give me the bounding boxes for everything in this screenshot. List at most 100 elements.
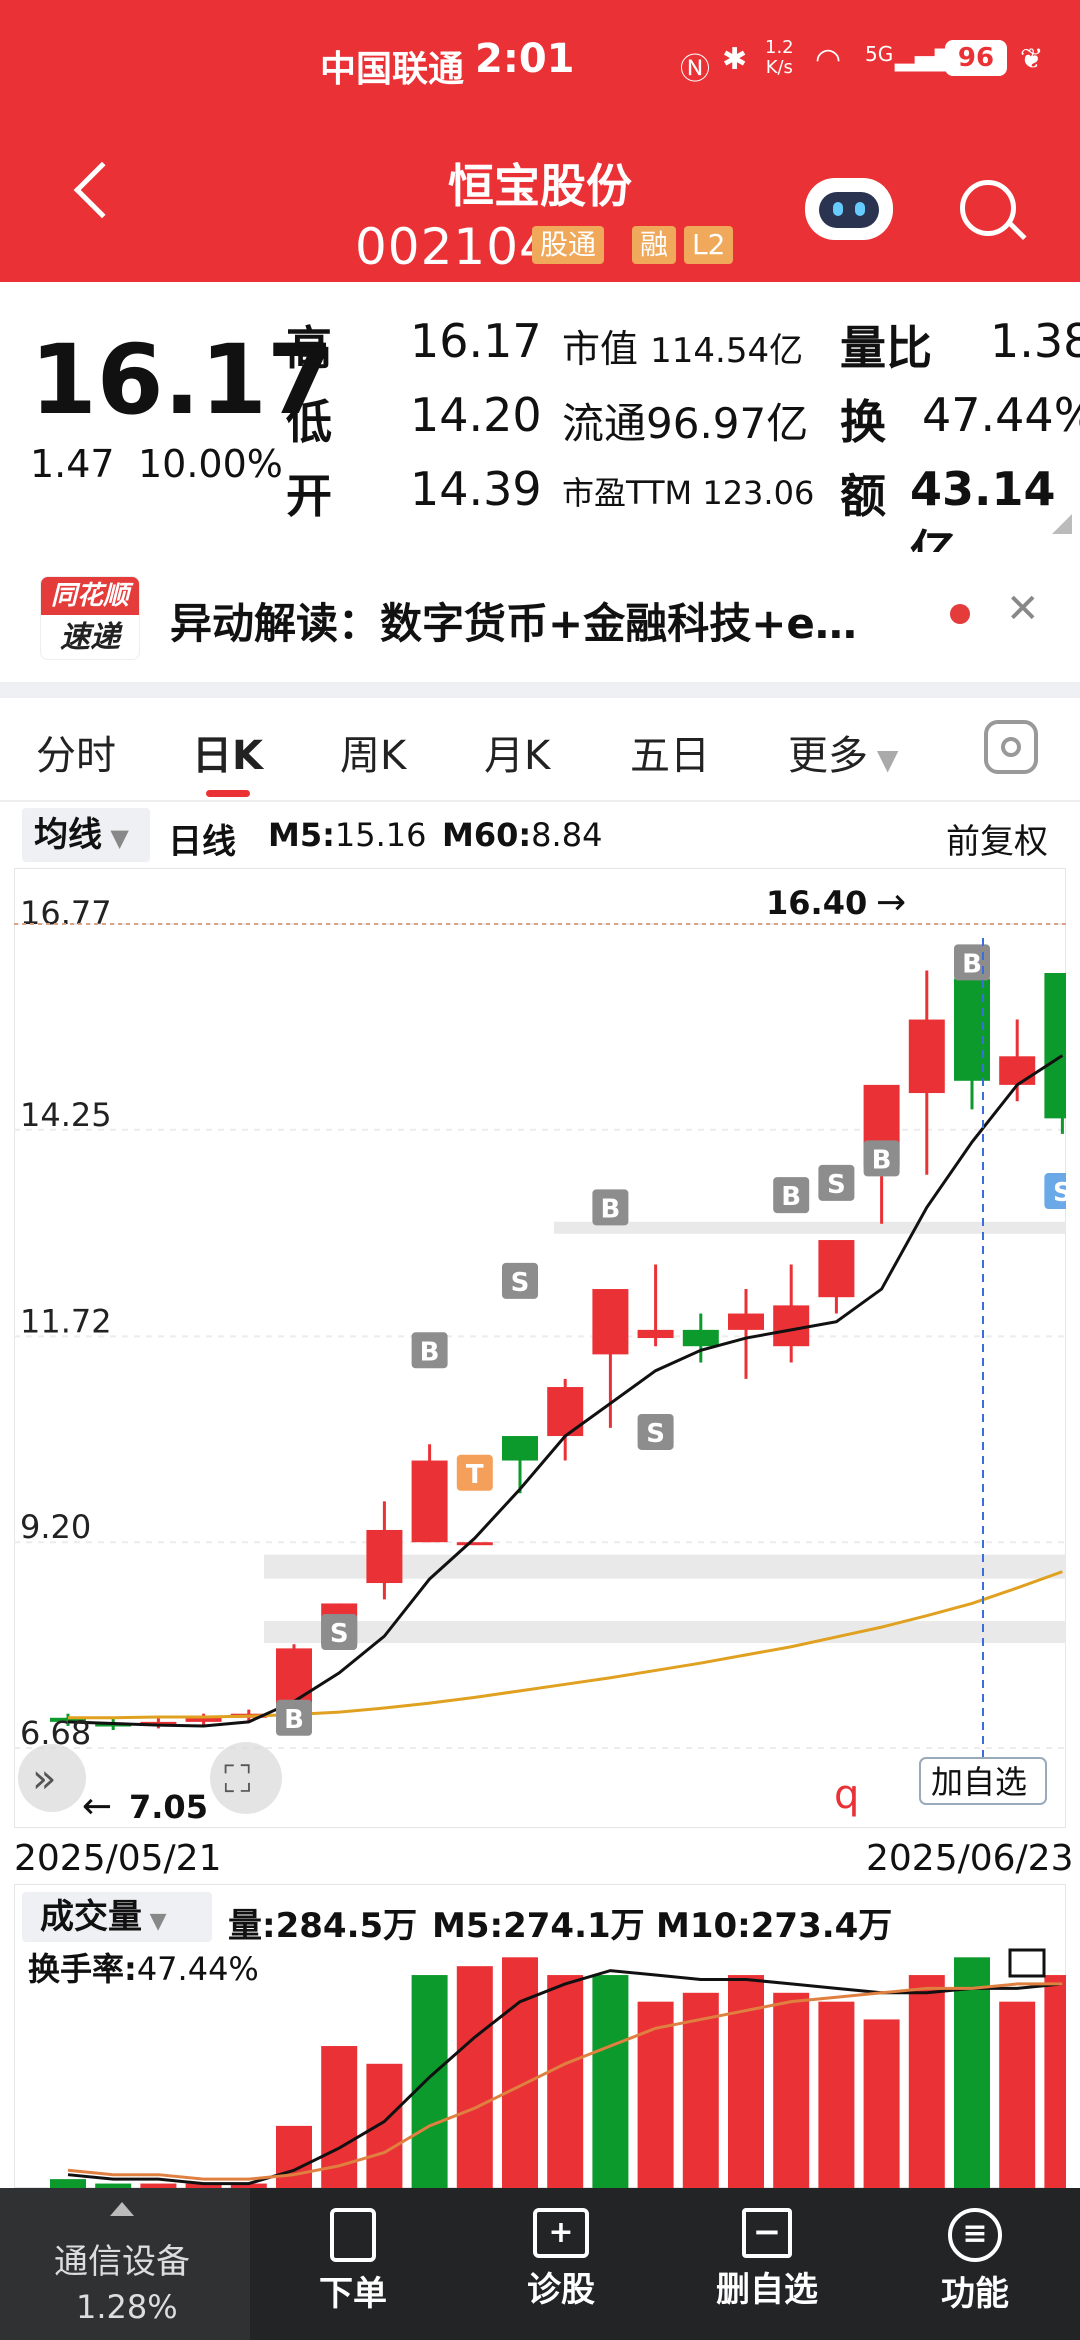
open-value: 14.39 xyxy=(410,462,542,516)
support-band xyxy=(554,1221,1066,1234)
double-chevron-icon: » xyxy=(32,1756,56,1802)
x-axis-end: 2025/06/23 xyxy=(866,1838,1074,1879)
wifi-icon: ◠ xyxy=(815,42,842,77)
q-marker: q xyxy=(834,1772,859,1818)
high-label: 高 xyxy=(286,321,332,375)
remove-watch-button[interactable]: − 删自选 xyxy=(692,2208,842,2311)
candle-body xyxy=(637,1329,674,1339)
max-price-label: 16.40 xyxy=(766,884,867,922)
tab-monthly-k[interactable]: 月K xyxy=(484,723,550,781)
dropdown-icon: ▼ xyxy=(868,743,899,776)
minus-icon: − xyxy=(742,2208,792,2258)
volume-bar xyxy=(999,2001,1036,2188)
stock-name: 恒宝股份 xyxy=(448,159,632,213)
volume-bar xyxy=(818,2001,855,2188)
bottom-action-bar: 通信设备 1.28% 下单 + 诊股 − 删自选 ≡ 功能 xyxy=(0,2188,1080,2340)
period-tabs: 分时 日K 周K 月K 五日 更多 ▼ xyxy=(0,698,1080,802)
order-icon xyxy=(330,2208,376,2262)
battery-icon: 96 xyxy=(945,40,1007,76)
sector-name: 通信设备 xyxy=(54,2242,190,2282)
news-text[interactable]: 异动解读：数字货币+金融科技+e… xyxy=(170,590,857,651)
close-icon[interactable]: ✕ xyxy=(1006,586,1040,632)
volume-amount: 量:284.5万 xyxy=(228,1906,418,1946)
quote-panel: 16.17 1.47 10.00% 高 16.17 低 14.20 开 14.3… xyxy=(0,282,1080,579)
trade-marker-label: S xyxy=(511,1268,530,1298)
net-speed: 1.2 K/s xyxy=(765,37,794,78)
unread-dot xyxy=(950,604,970,624)
volume-selector[interactable]: 成交量 ▼ xyxy=(22,1892,212,1942)
ma60-value: M60:8.84 xyxy=(442,816,603,854)
volume-bar xyxy=(50,2179,86,2188)
y-tick-label: 16.77 xyxy=(20,894,112,932)
add-watch-label: 加自选 xyxy=(931,1763,1027,1801)
tab-intraday[interactable]: 分时 xyxy=(36,723,116,781)
candle-body xyxy=(682,1329,719,1347)
function-button[interactable]: ≡ 功能 xyxy=(900,2208,1050,2315)
settings-hex-icon[interactable] xyxy=(984,720,1038,774)
expand-corner-icon[interactable] xyxy=(1052,514,1072,534)
candle-body xyxy=(728,1313,764,1330)
volume-bar xyxy=(547,1975,584,2188)
search-icon[interactable] xyxy=(960,180,1016,236)
adjust-mode[interactable]: 前复权 xyxy=(946,814,1048,863)
volume-bar xyxy=(502,1957,538,2188)
y-tick-label: 14.25 xyxy=(20,1096,112,1134)
candle-body xyxy=(908,1019,945,1094)
turnover-value: 47.44% xyxy=(922,388,1080,442)
volume-bar xyxy=(863,2019,900,2188)
trade-marker-label: T xyxy=(466,1460,484,1490)
trade-marker-label: B xyxy=(284,1705,304,1735)
network-label: 5G xyxy=(865,42,894,66)
menu-icon: ≡ xyxy=(948,2208,1002,2262)
tab-daily-k[interactable]: 日K xyxy=(192,723,263,781)
tab-weekly-k[interactable]: 周K xyxy=(340,723,406,781)
fullscreen-icon: ⛶ xyxy=(224,1757,251,1801)
tab-more[interactable]: 更多 ▼ xyxy=(788,723,898,781)
volume-bar xyxy=(954,1957,990,2188)
robot-assistant-icon[interactable] xyxy=(805,178,893,240)
support-band xyxy=(264,1621,1066,1644)
order-button[interactable]: 下单 xyxy=(278,2208,428,2315)
tab-five-day[interactable]: 五日 xyxy=(630,723,710,781)
candle-body xyxy=(366,1529,403,1584)
bluetooth-icon: ✱ xyxy=(722,42,748,77)
amount-label: 额 xyxy=(840,469,886,523)
news-banner[interactable]: 同花顺 速递 异动解读：数字货币+金融科技+e… ✕ xyxy=(0,552,1080,682)
trade-marker-label: B xyxy=(420,1337,440,1367)
leaf-icon: ❦ xyxy=(1020,42,1044,75)
kline-chart[interactable]: 16.7714.2511.729.206.68 BSBSTBSB SBBS 16.… xyxy=(14,868,1066,1828)
ma-legend: 均线 ▼ 日线 M5:15.16 M60:8.84 前复权 xyxy=(0,802,1080,868)
sector-panel[interactable]: 通信设备 1.28% xyxy=(0,2188,250,2340)
y-tick-label: 11.72 xyxy=(20,1302,112,1340)
tag-hk-connect[interactable]: 股通 xyxy=(532,226,605,264)
x-axis-start: 2025/05/21 xyxy=(14,1838,222,1879)
volume-bar xyxy=(411,1975,448,2188)
status-bar: 中国联通 2:01 Ⓝ ✱ 1.2 K/s ◠ 5G ▂▄▆█ 96 ❦ xyxy=(0,36,1080,110)
ma-selector[interactable]: 均线 ▼ xyxy=(22,808,150,862)
carrier-label: 中国联通 xyxy=(320,49,465,90)
section-divider xyxy=(0,682,1080,698)
tag-margin[interactable]: 融 xyxy=(632,226,677,264)
float-row: 流通96.97亿 xyxy=(562,399,809,448)
ma5-value: M5:15.16 xyxy=(268,816,427,854)
chart-frame xyxy=(14,868,1066,1828)
news-logo: 同花顺 速递 xyxy=(40,576,140,660)
volume-bar xyxy=(366,2063,403,2188)
volratio-value: 1.38 xyxy=(990,314,1080,368)
volume-turnover: 换手率:47.44% xyxy=(28,1950,259,1988)
candle-body xyxy=(502,1436,538,1461)
x-axis: 2025/05/21 2025/06/23 xyxy=(0,1838,1080,1882)
trade-marker-label: B xyxy=(962,949,982,979)
tag-l2[interactable]: L2 xyxy=(684,226,734,264)
diagnose-button[interactable]: + 诊股 xyxy=(486,2208,636,2311)
nfc-icon: Ⓝ xyxy=(680,52,710,87)
trade-marker-label: B xyxy=(600,1194,620,1224)
candle-body xyxy=(818,1240,855,1298)
volume-legend: 成交量 ▼ 量:284.5万 M5:274.1万 M10:273.4万 换手率:… xyxy=(14,1884,1066,1988)
volume-bar xyxy=(592,1975,629,2188)
volume-m5: M5:274.1万 xyxy=(432,1906,645,1946)
mktcap-row: 市值 114.54亿 xyxy=(562,327,804,371)
min-arrow: ← xyxy=(82,1786,112,1827)
volume-bar xyxy=(1044,1975,1066,2188)
candle-body xyxy=(773,1305,810,1347)
